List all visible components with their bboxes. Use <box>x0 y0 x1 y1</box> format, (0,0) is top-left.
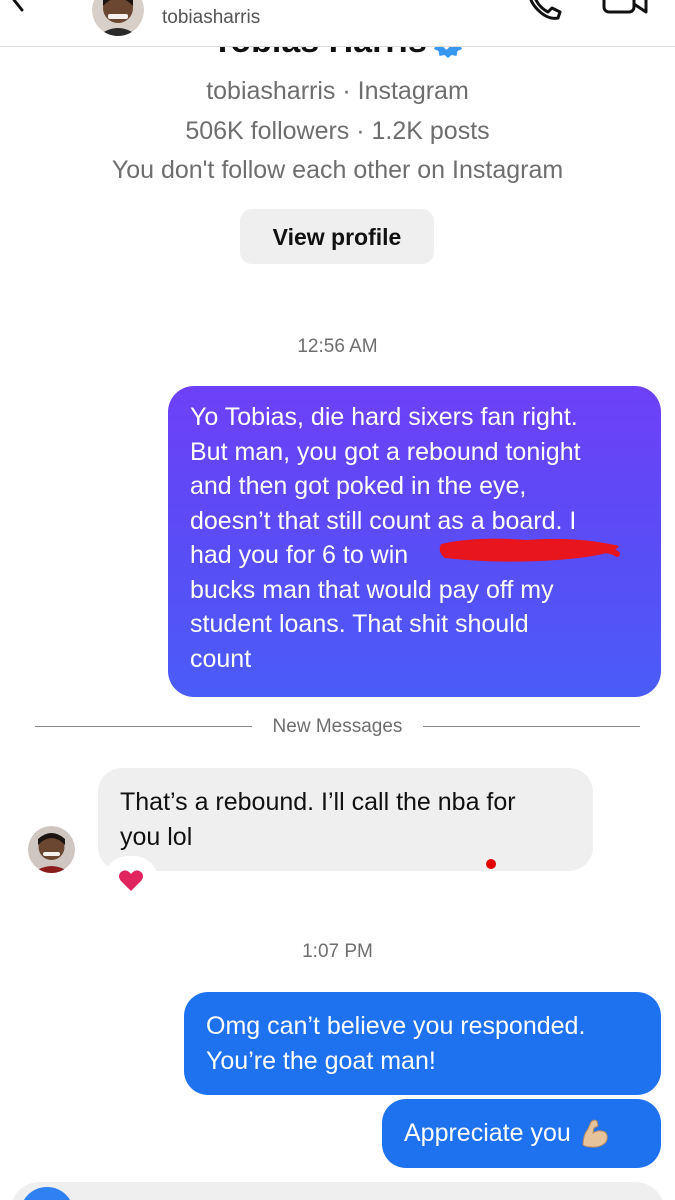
heart-icon <box>119 870 143 891</box>
chevron-left-icon <box>12 0 24 12</box>
divider-line-right <box>423 726 640 727</box>
audio-call-button[interactable] <box>522 0 566 26</box>
unread-dot <box>486 859 496 869</box>
message-timestamp: 1:07 PM <box>302 941 373 962</box>
sent-message-bubble[interactable]: Appreciate you <box>382 1099 661 1168</box>
flexed-biceps-icon <box>582 1120 608 1149</box>
profile-handle-line: tobiasharris · Instagram <box>206 77 469 105</box>
phone-icon <box>529 0 562 20</box>
profile-stats-line: 506K followers · 1.2K posts <box>185 117 490 145</box>
message-timestamp: 12:56 AM <box>297 336 378 357</box>
back-button[interactable] <box>0 0 40 26</box>
new-messages-divider-label: New Messages <box>272 716 403 737</box>
avatar-image <box>28 826 75 873</box>
message-composer[interactable] <box>10 1182 665 1200</box>
sent-message-bubble[interactable]: Omg can’t believe you responded. You’re … <box>184 992 661 1095</box>
top-nav-bar: tobiasharris <box>0 0 675 47</box>
received-message-bubble[interactable]: That’s a rebound. I’ll call the nba for … <box>98 768 593 871</box>
view-profile-button[interactable]: View profile <box>240 209 434 264</box>
nav-avatar[interactable] <box>92 0 144 36</box>
nav-username[interactable]: tobiasharris <box>162 7 260 29</box>
avatar-image <box>92 0 144 36</box>
sent-message-text: Appreciate you <box>404 1119 571 1147</box>
direct-message-screen: tobiasharris Tobias Harris tobiasharris … <box>0 0 675 1200</box>
message-reaction[interactable] <box>107 859 155 901</box>
sender-avatar[interactable] <box>28 826 75 873</box>
profile-relationship-line: You don't follow each other on Instagram <box>111 156 564 184</box>
video-call-button[interactable] <box>600 0 652 26</box>
video-camera-icon <box>602 0 648 14</box>
redaction-scribble <box>439 538 620 562</box>
